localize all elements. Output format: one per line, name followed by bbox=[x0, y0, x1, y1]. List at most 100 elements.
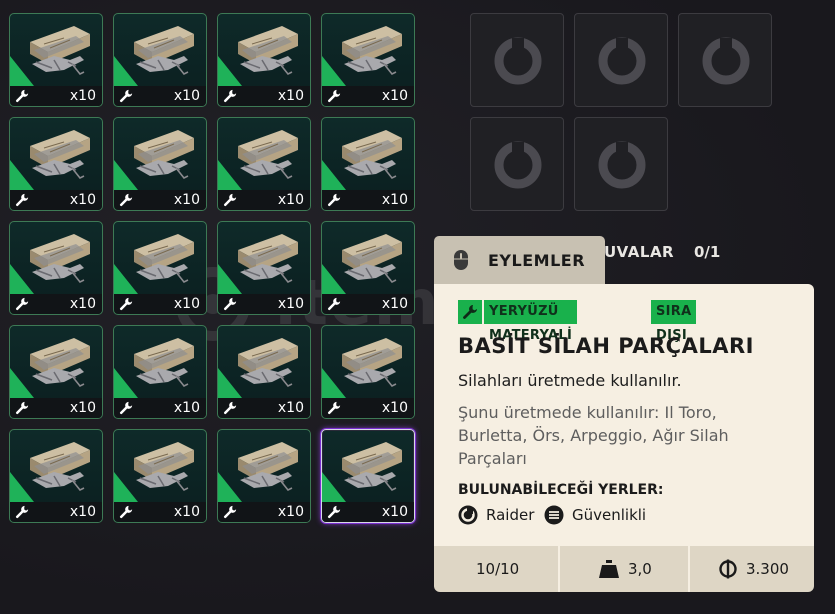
wrench-icon bbox=[119, 193, 133, 207]
attachment-slot[interactable] bbox=[470, 13, 564, 107]
wrench-icon bbox=[327, 401, 341, 415]
slots-count: 0/1 bbox=[694, 243, 721, 261]
empty-slot-ring-icon bbox=[494, 141, 542, 189]
item-quantity: x10 bbox=[173, 400, 200, 416]
tag-category: YERYÜZÜ MATERYALİ bbox=[484, 300, 578, 343]
tag-wrench bbox=[458, 300, 482, 324]
inventory-slot[interactable]: x10 bbox=[217, 221, 311, 315]
wrench-icon bbox=[15, 505, 29, 519]
item-quantity: x10 bbox=[173, 192, 200, 208]
mouse-icon bbox=[454, 250, 468, 270]
wrench-icon bbox=[223, 193, 237, 207]
weapon-parts-crate-icon bbox=[342, 26, 402, 76]
wrench-icon bbox=[15, 297, 29, 311]
weapon-parts-crate-icon bbox=[134, 338, 194, 388]
weapon-parts-crate-icon bbox=[238, 234, 298, 284]
coin-icon bbox=[719, 559, 737, 579]
inventory-slot[interactable]: x10 bbox=[113, 325, 207, 419]
weapon-parts-crate-icon bbox=[342, 338, 402, 388]
wrench-icon bbox=[15, 401, 29, 415]
wrench-icon bbox=[327, 505, 341, 519]
attachment-slot[interactable] bbox=[574, 117, 668, 211]
item-used-in: Şunu üretmede kullanılır: Il Toro, Burle… bbox=[458, 403, 729, 468]
inventory-slot[interactable]: x10 bbox=[217, 13, 311, 107]
item-quantity: x10 bbox=[381, 88, 408, 104]
weapon-parts-crate-icon bbox=[134, 130, 194, 180]
weapon-parts-crate-icon bbox=[30, 130, 90, 180]
inventory-slot[interactable]: x10 bbox=[113, 117, 207, 211]
item-title: BASİT SİLAH PARÇALARI bbox=[458, 334, 754, 358]
empty-slot-ring-icon bbox=[598, 141, 646, 189]
inventory-slot[interactable]: x10 bbox=[9, 221, 103, 315]
item-stats-footer: 10/10 3,0 3.300 bbox=[434, 546, 814, 592]
item-quantity: x10 bbox=[69, 296, 96, 312]
weapon-parts-crate-icon bbox=[134, 442, 194, 492]
attachment-slot[interactable] bbox=[470, 117, 564, 211]
wrench-icon bbox=[119, 401, 133, 415]
weapon-parts-crate-icon bbox=[238, 130, 298, 180]
wrench-icon bbox=[119, 505, 133, 519]
inventory-slot[interactable]: x10 bbox=[217, 429, 311, 523]
wrench-icon bbox=[463, 305, 477, 319]
inventory-slot[interactable]: x10 bbox=[9, 429, 103, 523]
item-quantity: x10 bbox=[277, 192, 304, 208]
inventory-slot[interactable]: x10 bbox=[9, 117, 103, 211]
inventory-slot-selected[interactable]: x10 bbox=[321, 429, 415, 523]
wrench-icon bbox=[223, 401, 237, 415]
item-quantity: x10 bbox=[69, 88, 96, 104]
item-quantity: x10 bbox=[69, 504, 96, 520]
weapon-parts-crate-icon bbox=[30, 234, 90, 284]
empty-slot-ring-icon bbox=[494, 37, 542, 85]
inventory-slot[interactable]: x10 bbox=[321, 221, 415, 315]
attachment-slot[interactable] bbox=[678, 13, 772, 107]
weapon-parts-crate-icon bbox=[238, 442, 298, 492]
wrench-icon bbox=[15, 89, 29, 103]
item-quantity: x10 bbox=[277, 400, 304, 416]
stack-value: 10/10 bbox=[476, 560, 520, 578]
item-quantity: x10 bbox=[381, 504, 408, 520]
inventory-slot[interactable]: x10 bbox=[113, 221, 207, 315]
weapon-parts-crate-icon bbox=[30, 338, 90, 388]
inventory-slot[interactable]: x10 bbox=[113, 13, 207, 107]
item-quantity: x10 bbox=[173, 296, 200, 312]
wrench-icon bbox=[119, 297, 133, 311]
weapon-parts-crate-icon bbox=[342, 442, 402, 492]
inventory-slot[interactable]: x10 bbox=[217, 325, 311, 419]
weapon-parts-crate-icon bbox=[134, 26, 194, 76]
inventory-slot[interactable]: x10 bbox=[217, 117, 311, 211]
wrench-icon bbox=[327, 193, 341, 207]
item-quantity: x10 bbox=[173, 88, 200, 104]
inventory-slot[interactable]: x10 bbox=[321, 13, 415, 107]
item-quantity: x10 bbox=[277, 88, 304, 104]
inventory-slot[interactable]: x10 bbox=[9, 13, 103, 107]
wrench-icon bbox=[119, 89, 133, 103]
wrench-icon bbox=[327, 297, 341, 311]
weight-icon bbox=[599, 560, 619, 578]
found-header: BULUNABİLECEĞİ YERLER: bbox=[458, 482, 664, 498]
weapon-parts-crate-icon bbox=[134, 234, 194, 284]
item-description: Silahları üretmede kullanılır. bbox=[458, 371, 682, 390]
item-quantity: x10 bbox=[381, 296, 408, 312]
wrench-icon bbox=[223, 89, 237, 103]
loadout-screen: { "inventory": { "quantity_label": "x10"… bbox=[0, 0, 835, 614]
attachment-slot[interactable] bbox=[574, 13, 668, 107]
empty-slot-ring-icon bbox=[702, 37, 750, 85]
wrench-icon bbox=[223, 297, 237, 311]
item-quantity: x10 bbox=[277, 504, 304, 520]
inventory-slot[interactable]: x10 bbox=[113, 429, 207, 523]
inventory-slot[interactable]: x10 bbox=[321, 117, 415, 211]
weapon-parts-crate-icon bbox=[238, 26, 298, 76]
inventory-slot[interactable]: x10 bbox=[9, 325, 103, 419]
stack-cell: 10/10 bbox=[434, 546, 560, 592]
item-quantity: x10 bbox=[173, 504, 200, 520]
actions-label: EYLEMLER bbox=[488, 251, 586, 270]
item-quantity: x10 bbox=[69, 192, 96, 208]
item-quantity: x10 bbox=[381, 192, 408, 208]
inventory-slot[interactable]: x10 bbox=[321, 325, 415, 419]
actions-tab[interactable]: EYLEMLER bbox=[434, 236, 605, 286]
security-icon bbox=[544, 505, 564, 525]
weapon-parts-crate-icon bbox=[342, 130, 402, 180]
value-amount: 3.300 bbox=[746, 560, 789, 578]
item-quantity: x10 bbox=[381, 400, 408, 416]
wrench-icon bbox=[223, 505, 237, 519]
